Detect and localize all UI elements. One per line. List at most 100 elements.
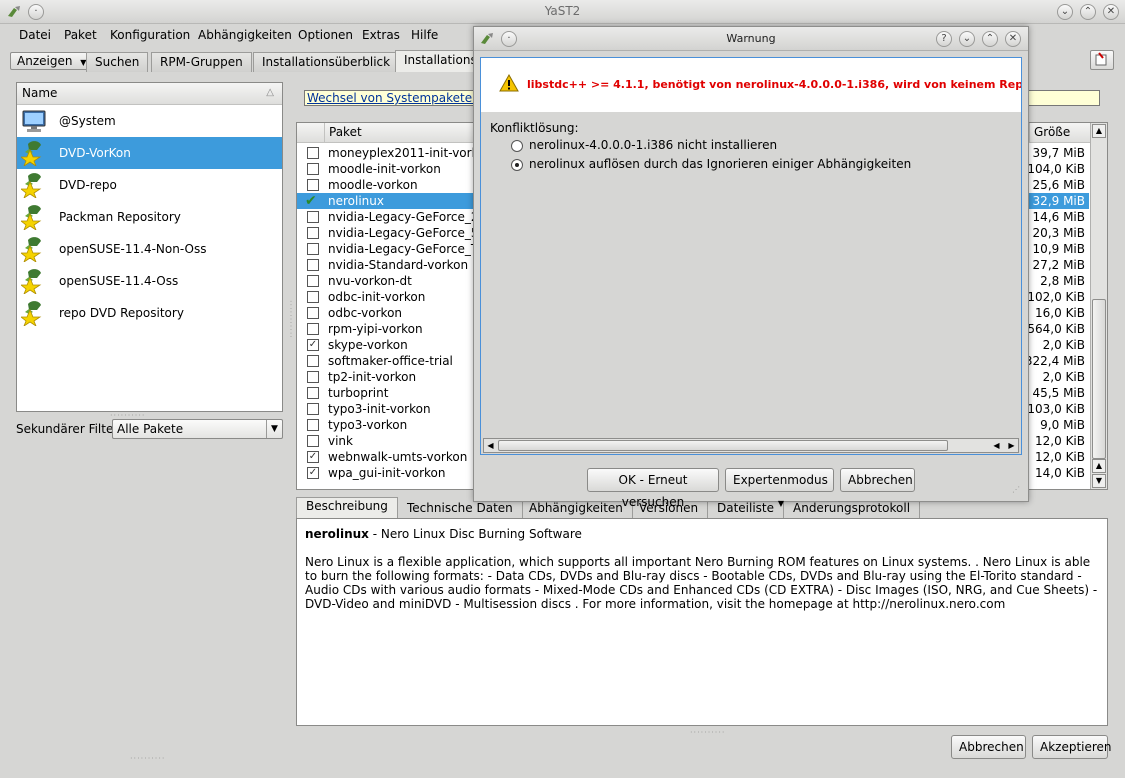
- detail-tab-1[interactable]: Technische Daten: [398, 500, 523, 518]
- repository-label: openSUSE-11.4-Non-Oss: [59, 242, 207, 256]
- package-size: 104,0 KiB: [1027, 162, 1085, 176]
- option-do-not-install-radio[interactable]: [511, 140, 523, 152]
- tab-installation[interactable]: Installations: [395, 50, 475, 72]
- package-checkbox[interactable]: [307, 291, 319, 303]
- package-checkbox[interactable]: [307, 435, 319, 447]
- close-icon[interactable]: ✕: [1005, 31, 1021, 47]
- scroll-down-icon[interactable]: ▼: [1092, 474, 1106, 488]
- installed-checkbox[interactable]: ✓: [307, 467, 319, 479]
- splitter-handle[interactable]: ··········: [690, 728, 725, 737]
- package-name: nvidia-Legacy-GeForce_Th: [328, 242, 486, 256]
- cancel-button[interactable]: Abbrechen: [951, 735, 1026, 759]
- repository-list-header[interactable]: Name △: [17, 83, 282, 105]
- menu-item-5[interactable]: Extras: [362, 28, 400, 42]
- option-ignore-dependencies-label[interactable]: nerolinux auflösen durch das Ignorieren …: [529, 157, 911, 171]
- computer-icon: [21, 108, 49, 134]
- column-header-status[interactable]: [297, 123, 325, 143]
- tab-installation-summary[interactable]: Installationsüberblick: [253, 52, 400, 72]
- scroll-left-icon[interactable]: ◀: [990, 439, 1003, 452]
- minimize-icon[interactable]: ⌄: [959, 31, 975, 47]
- secondary-filter-combo[interactable]: Alle Pakete ▼: [112, 419, 283, 439]
- menu-item-6[interactable]: Hilfe: [411, 28, 438, 42]
- scroll-right-icon[interactable]: ▶: [1005, 439, 1018, 452]
- ok-retry-button[interactable]: OK - Erneut versuchen: [587, 468, 719, 509]
- repository-item[interactable]: @System: [17, 105, 282, 137]
- install-check-icon[interactable]: ✔: [305, 193, 317, 209]
- scroll-left-icon[interactable]: ◀: [484, 439, 497, 452]
- vertical-splitter-handle[interactable]: ···········: [286, 300, 295, 339]
- option-do-not-install-label[interactable]: nerolinux-4.0.0.0-1.i386 nicht installie…: [529, 138, 777, 152]
- package-checkbox[interactable]: [307, 307, 319, 319]
- package-checkbox[interactable]: [307, 163, 319, 175]
- scrollbar-thumb[interactable]: [1092, 299, 1106, 459]
- warning-message-box: libstdc++ >= 4.1.1, benötigt von nerolin…: [481, 58, 1021, 112]
- repository-label: DVD-VorKon: [59, 146, 131, 160]
- package-checkbox[interactable]: [307, 323, 319, 335]
- dialog-horizontal-scrollbar[interactable]: ◀ ◀ ▶: [483, 438, 1019, 453]
- package-size: 10,9 MiB: [1032, 242, 1085, 256]
- menu-item-4[interactable]: Optionen: [298, 28, 353, 42]
- package-size: 16,0 KiB: [1035, 306, 1085, 320]
- package-name: nvidia-Standard-vorkon: [328, 258, 469, 272]
- repository-item[interactable]: DVD-repo: [17, 169, 282, 201]
- package-checkbox[interactable]: [307, 275, 319, 287]
- package-checkbox[interactable]: [307, 227, 319, 239]
- package-checkbox[interactable]: [307, 211, 319, 223]
- minimize-icon[interactable]: ⌄: [1057, 4, 1073, 20]
- repository-item[interactable]: openSUSE-11.4-Oss: [17, 265, 282, 297]
- package-checkbox[interactable]: [307, 387, 319, 399]
- scroll-up-icon[interactable]: ▲: [1092, 124, 1106, 138]
- repository-item[interactable]: DVD-VorKon: [17, 137, 282, 169]
- dialog-cancel-button[interactable]: Abbrechen: [840, 468, 915, 492]
- package-checkbox[interactable]: [307, 419, 319, 431]
- package-checkbox[interactable]: [307, 259, 319, 271]
- secondary-filter-value: Alle Pakete: [117, 422, 184, 436]
- view-dropdown-label: Anzeigen: [17, 54, 73, 68]
- tab-search[interactable]: Suchen: [86, 52, 149, 72]
- scroll-down-icon[interactable]: ▲: [1092, 459, 1106, 473]
- menu-item-2[interactable]: Konfiguration: [110, 28, 190, 42]
- package-checkbox[interactable]: [307, 371, 319, 383]
- package-size: 2,0 KiB: [1042, 338, 1085, 352]
- installed-checkbox[interactable]: ✓: [307, 451, 319, 463]
- maximize-icon[interactable]: ⌃: [1080, 4, 1096, 20]
- help-icon[interactable]: ?: [936, 31, 952, 47]
- expert-mode-button[interactable]: Expertenmodus ▼: [725, 468, 834, 508]
- description-body: Nero Linux is a flexible application, wh…: [305, 555, 1098, 611]
- package-checkbox[interactable]: [307, 147, 319, 159]
- installed-checkbox[interactable]: ✓: [307, 339, 319, 351]
- package-checkbox[interactable]: [307, 403, 319, 415]
- menu-item-1[interactable]: Paket: [64, 28, 97, 42]
- repository-item[interactable]: openSUSE-11.4-Non-Oss: [17, 233, 282, 265]
- view-dropdown-button[interactable]: Anzeigen ▼: [10, 52, 94, 70]
- menu-item-0[interactable]: Datei: [19, 28, 51, 42]
- tab-rpm-groups[interactable]: RPM-Gruppen: [151, 52, 252, 72]
- menu-item-3[interactable]: Abhängigkeiten: [198, 28, 292, 42]
- column-header-size[interactable]: Größe: [1030, 123, 1092, 143]
- detail-tab-5[interactable]: Änderungsprotokoll: [784, 500, 921, 518]
- detail-tab-0[interactable]: Beschreibung: [296, 497, 398, 518]
- accept-button[interactable]: Akzeptieren: [1032, 735, 1112, 759]
- repository-item[interactable]: Packman Repository: [17, 201, 282, 233]
- repository-item[interactable]: repo DVD Repository: [17, 297, 282, 329]
- package-checkbox[interactable]: [307, 243, 319, 255]
- scrollbar-thumb[interactable]: [498, 440, 948, 451]
- clear-notice-button[interactable]: [1090, 50, 1114, 70]
- warning-dialog: · Warnung ? ⌄ ⌃ ✕ libstdc++ >= 4.1.1, be…: [473, 26, 1029, 509]
- detail-tab-4[interactable]: Dateiliste: [708, 500, 785, 518]
- package-name: typo3-vorkon: [328, 418, 408, 432]
- package-size: 564,0 KiB: [1027, 322, 1085, 336]
- option-ignore-dependencies-radio[interactable]: [511, 159, 523, 171]
- resize-grip[interactable]: ⋰: [1012, 485, 1021, 494]
- expert-mode-label: Expertenmodus: [733, 473, 828, 487]
- package-size: 25,6 MiB: [1032, 178, 1085, 192]
- close-icon[interactable]: ✕: [1103, 4, 1119, 20]
- column-header-name: Name: [22, 86, 58, 100]
- package-checkbox[interactable]: [307, 179, 319, 191]
- package-table-scrollbar[interactable]: ▲ ▲ ▼: [1090, 123, 1107, 489]
- maximize-icon[interactable]: ⌃: [982, 31, 998, 47]
- splitter-handle[interactable]: ··········: [130, 754, 165, 763]
- notice-link[interactable]: Wechsel von Systempaketen: [307, 91, 480, 105]
- package-checkbox[interactable]: [307, 355, 319, 367]
- detail-tab-2[interactable]: Abhängigkeiten: [520, 500, 633, 518]
